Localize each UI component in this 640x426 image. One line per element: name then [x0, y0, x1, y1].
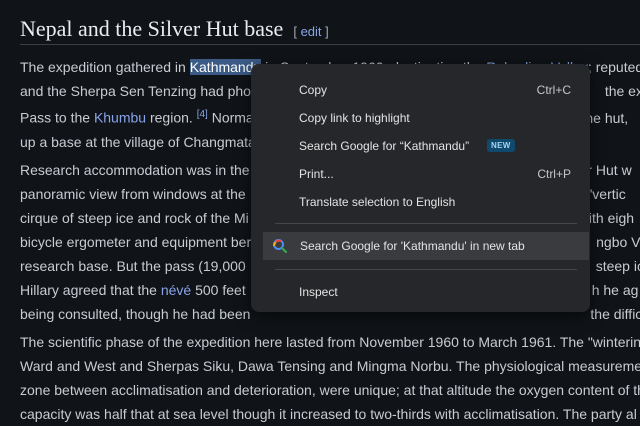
link-khumbu[interactable]: Khumbu: [94, 110, 146, 126]
copy-shortcut: Ctrl+C: [536, 83, 571, 97]
menu-item-copy-link-to-highlight[interactable]: Copy link to highlight: [251, 104, 590, 132]
search-lens-icon: [273, 239, 288, 254]
menu-item-translate-selection[interactable]: Translate selection to English: [251, 188, 590, 216]
paragraph-3: The scientific phase of the expedition h…: [20, 333, 640, 422]
context-menu: Copy Ctrl+C Copy link to highlight Searc…: [251, 64, 590, 312]
reference-4[interactable]: [4]: [197, 109, 208, 120]
menu-item-inspect[interactable]: Inspect: [251, 278, 590, 306]
edit-link[interactable]: edit: [301, 24, 322, 39]
menu-item-copy[interactable]: Copy Ctrl+C: [251, 76, 590, 104]
print-shortcut: Ctrl+P: [537, 167, 571, 181]
menu-item-search-google[interactable]: Search Google for “Kathmandu” NEW: [251, 132, 590, 160]
section-heading: Nepal and the Silver Hut base [ edit ]: [20, 0, 640, 45]
section-title: Nepal and the Silver Hut base: [20, 16, 284, 41]
link-neve[interactable]: névé: [161, 282, 191, 298]
new-badge: NEW: [487, 139, 515, 152]
menu-separator: [275, 223, 577, 224]
edit-section: [ edit ]: [293, 24, 329, 39]
menu-item-print[interactable]: Print... Ctrl+P: [251, 160, 590, 188]
menu-separator: [275, 269, 577, 270]
menu-item-search-new-tab[interactable]: Search Google for 'Kathmandu' in new tab: [263, 232, 589, 260]
